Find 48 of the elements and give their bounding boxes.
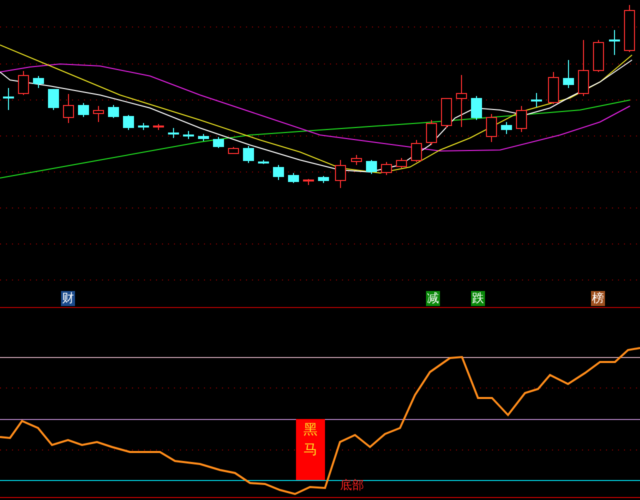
candlestick [243,146,254,164]
candlestick [33,76,44,88]
candlestick [593,40,604,72]
candlestick [93,106,104,122]
marker-label: 榜 [591,291,605,306]
candlestick [288,172,299,184]
candlestick [183,130,194,140]
candlestick [335,160,346,188]
candlestick [78,102,89,118]
candlestick [318,176,329,184]
marker-label: 减 [426,291,440,306]
candlestick [138,122,149,130]
candlestick [531,92,542,108]
candlestick [486,114,497,142]
bottom-label: 底部 [340,478,364,492]
candlestick [381,162,392,176]
candlestick [48,88,59,110]
candlestick [456,74,467,128]
candlestick [228,146,239,154]
candlestick [396,158,407,168]
candlestick [258,160,269,164]
candlestick [471,96,482,120]
candlestick [18,70,29,96]
candlestick [516,106,527,132]
candlestick [123,114,134,130]
candlestick [168,128,179,138]
candlestick [563,60,574,88]
candlestick [351,154,362,166]
candlestick [303,178,314,186]
candlestick [366,160,377,174]
candlestick [3,88,14,110]
candlestick [441,98,452,128]
candlestick [153,124,164,130]
candlestick [426,120,437,146]
signal-label: 黑马 [296,419,325,480]
candlestick [501,122,512,134]
candlestick [198,134,209,142]
candlestick [63,94,74,124]
candlestick [411,140,422,162]
candlestick [578,40,589,96]
candlestick [609,30,620,56]
candlestick [273,164,284,180]
candlestick [213,136,224,148]
candlestick [548,72,559,104]
candlestick [624,4,635,52]
candlestick [108,104,119,118]
marker-label: 财 [61,291,75,306]
marker-label: 跌 [471,291,485,306]
